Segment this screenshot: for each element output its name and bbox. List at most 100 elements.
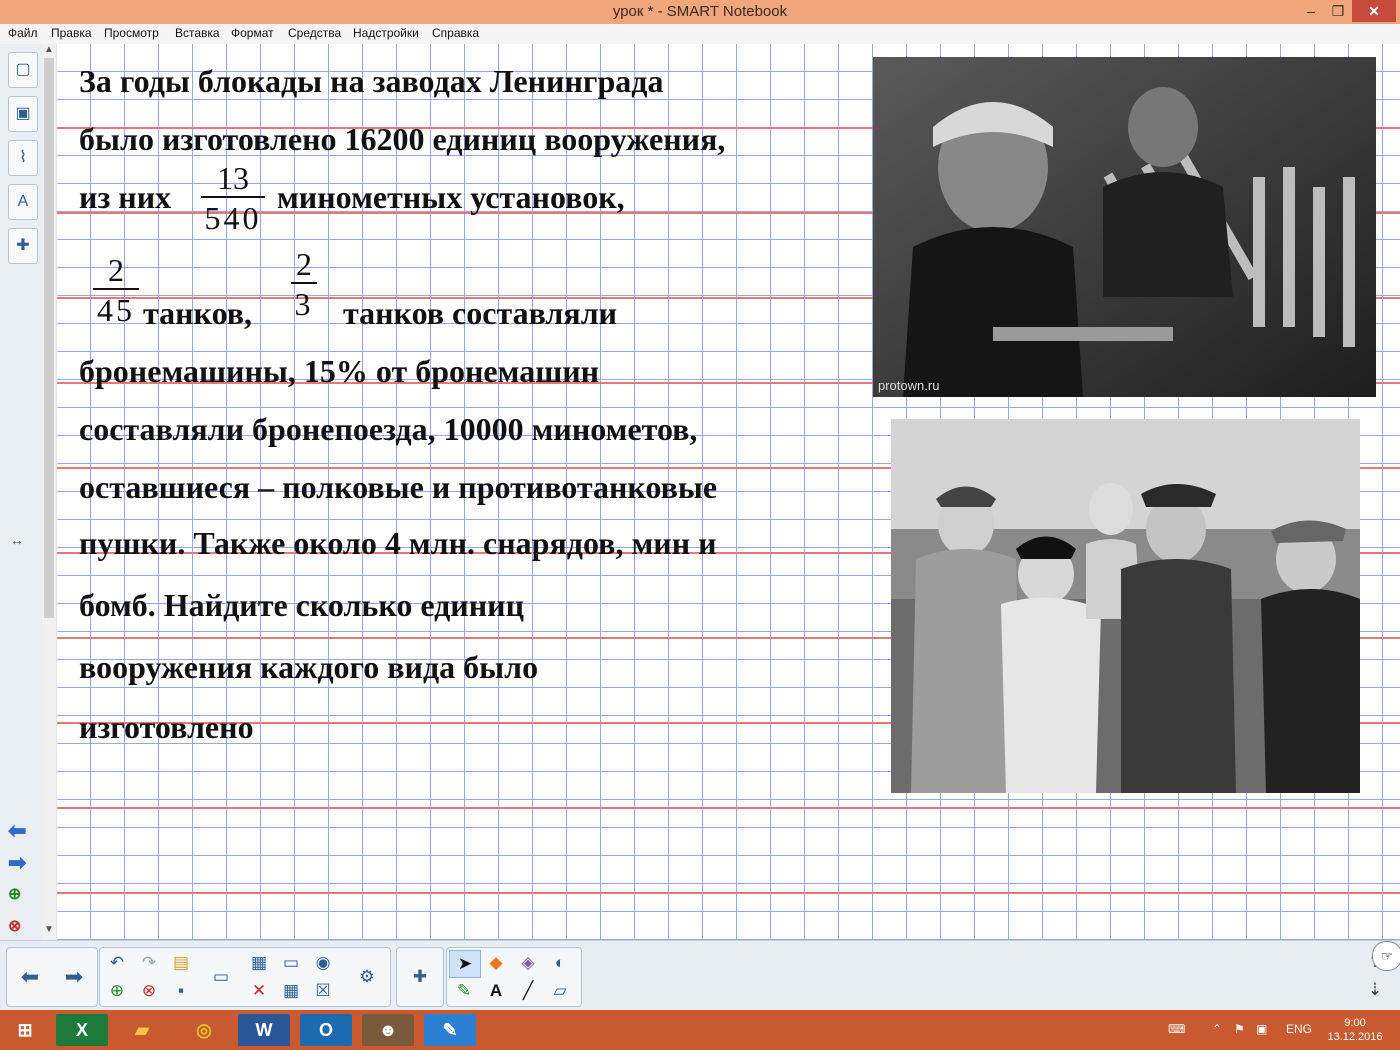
next-page-icon[interactable]: ➡ xyxy=(59,964,89,990)
clock-time: 9:00 xyxy=(1344,1017,1366,1029)
undo-icon[interactable]: ↶ xyxy=(102,950,132,976)
clock-date: 13.12.2016 xyxy=(1327,1031,1383,1043)
paste-icon[interactable]: ▦ xyxy=(244,950,274,976)
notebook-page[interactable]: За годы блокады на заводах Ленинграда бы… xyxy=(57,44,1400,940)
menu-view[interactable]: Просмотр xyxy=(104,26,159,40)
teacher-app-icon[interactable]: ☻ xyxy=(362,1014,414,1046)
menu-edit[interactable]: Правка xyxy=(51,26,92,40)
network-icon[interactable]: ▣ xyxy=(1256,1022,1267,1036)
save-icon[interactable]: ▪ xyxy=(166,978,196,1004)
addons-group: ✚ xyxy=(396,947,444,1007)
menu-addons[interactable]: Надстройки xyxy=(353,26,419,40)
sidebar-scrollbar[interactable]: ▲ ▼ xyxy=(42,44,56,940)
next-page-icon[interactable]: ➡ xyxy=(8,850,26,876)
text-line: бомб. Найдите сколько единиц xyxy=(79,587,525,623)
fraction-2-45[interactable]: 2 45 xyxy=(93,252,139,330)
cursor-icon: ☞ xyxy=(1372,941,1400,971)
close-shape-icon[interactable]: ☒ xyxy=(308,978,338,1004)
screen-shade-icon[interactable]: ▭ xyxy=(206,964,236,990)
addons-icon[interactable]: ✚ xyxy=(8,228,38,264)
page-sorter-icon[interactable]: ▢ xyxy=(8,52,38,88)
text-line: танков, xyxy=(143,295,253,331)
fill-tool-icon[interactable]: ◐ xyxy=(545,950,575,976)
display-icon[interactable]: ▭ xyxy=(276,950,306,976)
fraction-numerator: 13 xyxy=(217,160,249,196)
fraction-13-540[interactable]: 13 540 xyxy=(201,160,265,238)
redo-icon[interactable]: ↷ xyxy=(134,950,164,976)
sidebar: ▢ ▣ ⌇ A ✚ ↔ ⬅ ➡ ⊕ ⊗ xyxy=(0,44,43,940)
menu-bar: Файл Правка Просмотр Вставка Формат Сред… xyxy=(0,24,1400,44)
boys-photo[interactable] xyxy=(891,419,1360,793)
clock[interactable]: 9:00 13.12.2016 xyxy=(1320,1016,1390,1044)
tray-expand-icon[interactable]: ⌃ xyxy=(1212,1022,1222,1036)
factory-workers-photo[interactable]: protown.ru xyxy=(873,57,1376,397)
add-page-icon[interactable]: ⊕ xyxy=(8,884,21,904)
text-line: танков составляли xyxy=(343,295,618,331)
properties-icon[interactable]: A xyxy=(8,184,38,220)
previous-page-icon[interactable]: ⬅ xyxy=(15,964,45,990)
smart-notebook-icon[interactable]: ✎ xyxy=(424,1014,476,1046)
capture-icon[interactable]: ◉ xyxy=(308,950,338,976)
toolbar: ⬅ ➡ ↶ ↷ ▤ ⊕ ⊗ ▪ ▭ ▦ ▭ ◉ ✕ ▦ ☒ ⚙ ✚ ➤ ◆ ◈ … xyxy=(0,940,1400,1011)
excel-icon[interactable]: X xyxy=(56,1014,108,1046)
delete-page-icon[interactable]: ⊗ xyxy=(8,916,21,936)
menu-file[interactable]: Файл xyxy=(8,26,38,40)
chrome-icon[interactable]: ◎ xyxy=(178,1014,230,1046)
fraction-2-3[interactable]: 2 3 xyxy=(291,246,317,324)
text-line: оставшиеся – полковые и противотанковые xyxy=(79,469,718,505)
scroll-up-icon[interactable]: ▲ xyxy=(44,44,54,55)
text-tool-icon[interactable]: A xyxy=(481,978,511,1004)
table-icon[interactable]: ▦ xyxy=(276,978,306,1004)
menu-tools[interactable]: Средства xyxy=(288,26,341,40)
addons-icon[interactable]: ✚ xyxy=(405,964,435,990)
taskbar: ⊞ X ▰ ◎ W O ☻ ✎ ⌨ ⌃ ⚑ ▣ ENG 9:00 13.12.2… xyxy=(0,1010,1400,1050)
fraction-denominator: 45 xyxy=(97,292,135,328)
pens-tool-icon[interactable]: ✎ xyxy=(449,978,479,1004)
tools-group: ➤ ◆ ◈ ◐ ✎ A ╱ ▱ xyxy=(446,947,582,1007)
fraction-numerator: 2 xyxy=(108,252,124,288)
toolbar-down-icon[interactable]: ⇣ xyxy=(1360,977,1390,1003)
line-tool-icon[interactable]: ╱ xyxy=(513,978,543,1004)
text-line: изготовлено xyxy=(79,709,254,745)
close-button[interactable]: ✕ xyxy=(1352,0,1396,22)
text-line: составляли бронепоезда, 10000 минометов, xyxy=(79,411,698,447)
keyboard-icon[interactable]: ⌨ xyxy=(1168,1022,1185,1036)
word-icon[interactable]: W xyxy=(238,1014,290,1046)
title-bar: урок * - SMART Notebook – ❐ ✕ xyxy=(0,0,1400,24)
open-file-icon[interactable]: ▤ xyxy=(166,950,196,976)
text-line: вооружения каждого вида было xyxy=(79,649,539,685)
add-page-icon[interactable]: ⊕ xyxy=(102,978,132,1004)
attachments-icon[interactable]: ⌇ xyxy=(8,140,38,176)
text-line: бронемашины, 15% от бронемашин xyxy=(79,353,600,389)
shapes-tool-icon[interactable]: ◆ xyxy=(481,950,511,976)
minimize-button[interactable]: – xyxy=(1296,0,1326,22)
eraser-tool-icon[interactable]: ◈ xyxy=(513,950,543,976)
eraser-icon[interactable]: ▱ xyxy=(545,978,575,1004)
select-tool-icon[interactable]: ➤ xyxy=(449,950,481,978)
fraction-numerator: 2 xyxy=(296,246,312,282)
maximize-button[interactable]: ❐ xyxy=(1323,0,1353,22)
language-indicator[interactable]: ENG xyxy=(1286,1022,1312,1036)
delete-page-icon[interactable]: ⊗ xyxy=(134,978,164,1004)
factory-photo-graphic xyxy=(873,57,1376,397)
menu-help[interactable]: Справка xyxy=(432,26,479,40)
document-camera-icon[interactable]: ⚙ xyxy=(352,964,382,990)
file-explorer-icon[interactable]: ▰ xyxy=(116,1014,168,1046)
gallery-icon[interactable]: ▣ xyxy=(8,96,38,132)
resize-handle-icon[interactable]: ↔ xyxy=(10,532,24,548)
fraction-denominator: 540 xyxy=(204,200,262,236)
menu-insert[interactable]: Вставка xyxy=(175,26,220,40)
action-center-icon[interactable]: ⚑ xyxy=(1234,1022,1245,1036)
outlook-icon[interactable]: O xyxy=(300,1014,352,1046)
scroll-thumb[interactable] xyxy=(44,58,54,618)
start-icon[interactable]: ⊞ xyxy=(0,1014,50,1046)
nav-group: ⬅ ➡ xyxy=(6,947,98,1007)
window-title: урок * - SMART Notebook xyxy=(612,3,788,20)
scroll-down-icon[interactable]: ▼ xyxy=(44,924,54,935)
previous-page-icon[interactable]: ⬅ xyxy=(8,818,26,844)
delete-icon[interactable]: ✕ xyxy=(244,978,274,1004)
text-line: За годы блокады на заводах Ленинграда xyxy=(79,63,664,99)
menu-format[interactable]: Формат xyxy=(231,26,274,40)
fraction-denominator: 3 xyxy=(294,286,314,322)
text-line: было изготовлено 16200 единиц вооружения… xyxy=(79,121,726,157)
